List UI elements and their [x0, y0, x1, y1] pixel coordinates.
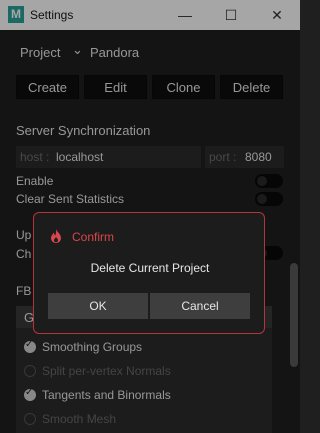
confirm-dialog: Confirm Delete Current Project OK Cancel [33, 212, 265, 334]
flame-icon [51, 229, 61, 243]
ok-button[interactable]: OK [48, 293, 148, 319]
dialog-title: Confirm [72, 230, 115, 244]
cancel-button[interactable]: Cancel [150, 293, 250, 319]
dialog-message: Delete Current Project [90, 261, 210, 275]
